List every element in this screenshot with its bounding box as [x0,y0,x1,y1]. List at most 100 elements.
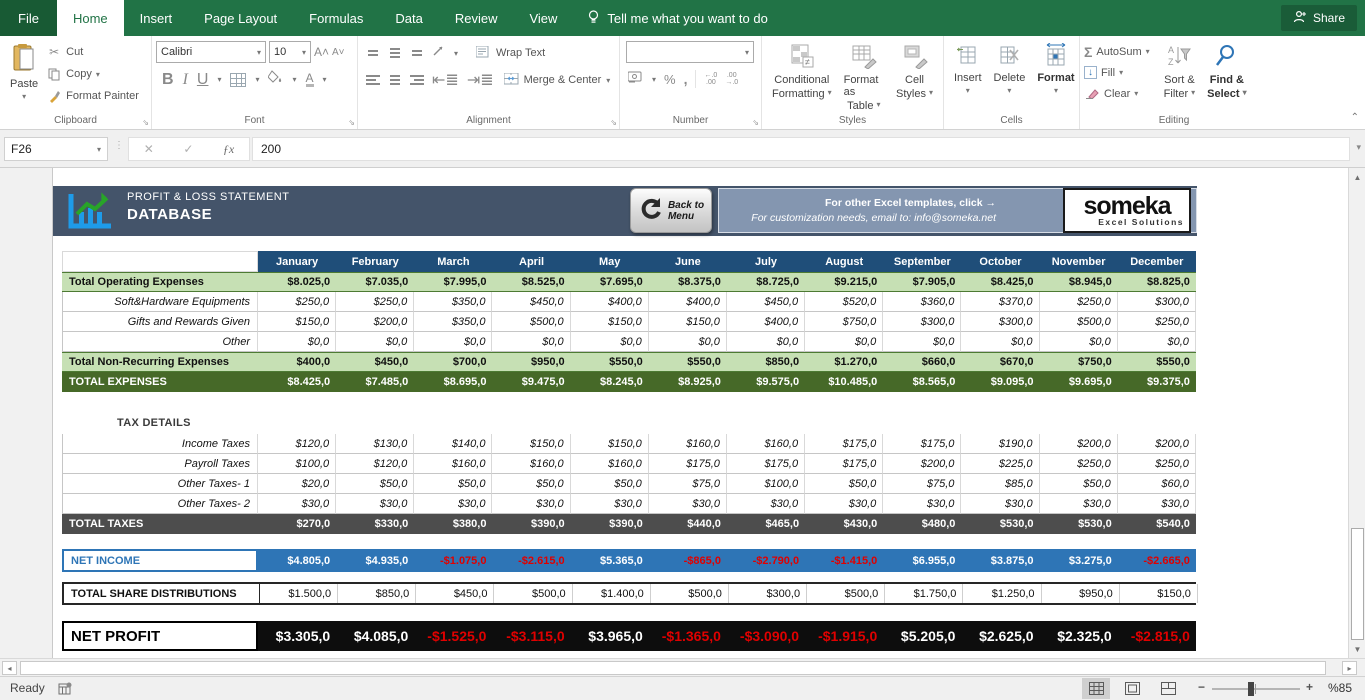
cell[interactable]: $50,0 [414,474,492,494]
merge-center-button[interactable]: Merge & Center ▾ [504,73,611,88]
cell[interactable]: $3.305,0 [258,621,336,651]
month-header-february[interactable]: February [336,251,414,272]
cell[interactable]: $530,0 [961,514,1039,534]
cell[interactable]: $4.085,0 [336,621,414,651]
cell[interactable]: $120,0 [336,454,414,474]
row-label[interactable]: Other [62,332,258,352]
cell[interactable]: $30,0 [414,494,492,514]
cell[interactable]: $950,0 [1042,584,1120,603]
vertical-scroll-thumb[interactable] [1351,528,1364,640]
cell[interactable]: -$2.815,0 [1118,621,1196,651]
cell[interactable]: $500,0 [492,312,570,332]
tab-file[interactable]: File [0,0,57,36]
increase-font-icon[interactable]: A˄ [314,45,329,59]
cell[interactable]: $0,0 [1040,332,1118,352]
cell[interactable]: $200,0 [1040,434,1118,454]
cell[interactable]: $200,0 [883,454,961,474]
cell[interactable]: $9.475,0 [492,372,570,392]
cell[interactable]: $8.725,0 [727,273,805,291]
row-label[interactable]: Other Taxes- 1 [62,474,258,494]
cell[interactable]: $150,0 [649,312,727,332]
alignment-dialog-launcher[interactable]: ⇘ [610,118,617,127]
copy-button[interactable]: Copy▾ [46,63,139,85]
cell[interactable]: -$2.665,0 [1118,549,1196,572]
cell[interactable]: $7.485,0 [336,372,414,392]
cell[interactable]: $300,0 [1118,292,1196,312]
cell[interactable]: $2.325,0 [1040,621,1118,651]
month-header-september[interactable]: September [883,251,961,272]
cell[interactable]: $30,0 [649,494,727,514]
normal-view-button[interactable] [1082,678,1110,699]
share-button[interactable]: Share [1281,5,1357,31]
cell[interactable]: $850,0 [338,584,416,603]
collapse-ribbon-icon[interactable]: ⌃ [1351,112,1359,123]
cell[interactable]: $500,0 [494,584,572,603]
cell[interactable]: $1.270,0 [805,353,883,371]
cell[interactable]: $350,0 [414,312,492,332]
row-label[interactable]: Gifts and Rewards Given [62,312,258,332]
cell[interactable]: -$1.365,0 [649,621,727,651]
month-header-december[interactable]: December [1118,251,1196,272]
paste-button[interactable]: Paste ▾ [4,41,44,107]
cell[interactable]: $175,0 [649,454,727,474]
row-label[interactable]: NET PROFIT [62,621,258,651]
horizontal-scroll-thumb[interactable] [20,661,1326,675]
scroll-up-icon[interactable]: ▲ [1350,169,1365,185]
cell[interactable]: $5.205,0 [883,621,961,651]
cell[interactable]: $160,0 [649,434,727,454]
back-to-menu-button[interactable]: Back toMenu [630,188,712,233]
font-color-caret-icon[interactable]: ▾ [323,75,327,84]
zoom-slider-track[interactable] [1212,688,1300,690]
cell[interactable]: $30,0 [883,494,961,514]
cell[interactable]: -$1.525,0 [414,621,492,651]
delete-cells-button[interactable]: Delete ▾ [988,41,1032,97]
formula-bar-resizer[interactable]: ⋮ [114,140,124,151]
cell[interactable]: $8.695,0 [414,372,492,392]
cell[interactable]: $250,0 [1118,454,1196,474]
cell[interactable]: $130,0 [336,434,414,454]
italic-button[interactable]: I [183,71,188,89]
row-label[interactable]: TOTAL EXPENSES [62,372,258,392]
cell[interactable]: $480,0 [883,514,961,534]
fill-color-icon[interactable] [268,70,283,89]
cell[interactable]: $200,0 [1118,434,1196,454]
cell[interactable]: $500,0 [1040,312,1118,332]
cell[interactable]: $100,0 [258,454,336,474]
cell[interactable]: $4.805,0 [258,549,336,572]
cell[interactable]: $30,0 [805,494,883,514]
cell[interactable]: $175,0 [727,454,805,474]
format-cells-button[interactable]: Format ▾ [1031,41,1080,97]
cell[interactable]: $30,0 [336,494,414,514]
cell[interactable]: $700,0 [414,353,492,371]
number-format-combo[interactable]: ▾ [626,41,754,63]
sort-filter-button[interactable]: AZ Sort & Filter▾ [1158,41,1201,104]
cell[interactable]: $10.485,0 [805,372,883,392]
cell[interactable]: $500,0 [651,584,729,603]
cell[interactable]: $160,0 [414,454,492,474]
cell[interactable]: $300,0 [883,312,961,332]
page-layout-view-button[interactable] [1118,678,1146,699]
cell[interactable]: $250,0 [1040,292,1118,312]
cell[interactable]: $7.695,0 [571,273,649,291]
cell[interactable]: $160,0 [571,454,649,474]
cell[interactable]: $175,0 [805,454,883,474]
cell[interactable]: $0,0 [258,332,336,352]
tab-formulas[interactable]: Formulas [293,0,379,36]
cell[interactable]: $9.695,0 [1040,372,1118,392]
conditional-formatting-button[interactable]: ≠ Conditional Formatting▾ [766,41,838,114]
cell[interactable]: $50,0 [1040,474,1118,494]
cell[interactable]: $160,0 [727,434,805,454]
cell[interactable]: -$1.075,0 [414,549,492,572]
cell[interactable]: $150,0 [571,312,649,332]
underline-caret-icon[interactable]: ▾ [217,75,221,84]
cell[interactable]: $0,0 [1118,332,1196,352]
cell[interactable]: $30,0 [258,494,336,514]
cell[interactable]: $85,0 [961,474,1039,494]
cell[interactable]: $150,0 [1120,584,1198,603]
cell[interactable]: $190,0 [961,434,1039,454]
cell[interactable]: $50,0 [492,474,570,494]
zoom-out-button[interactable]: − [1198,680,1205,694]
vertical-scrollbar[interactable]: ▲ ▼ [1348,168,1365,658]
cell[interactable]: $225,0 [961,454,1039,474]
page-break-view-button[interactable] [1154,678,1182,699]
